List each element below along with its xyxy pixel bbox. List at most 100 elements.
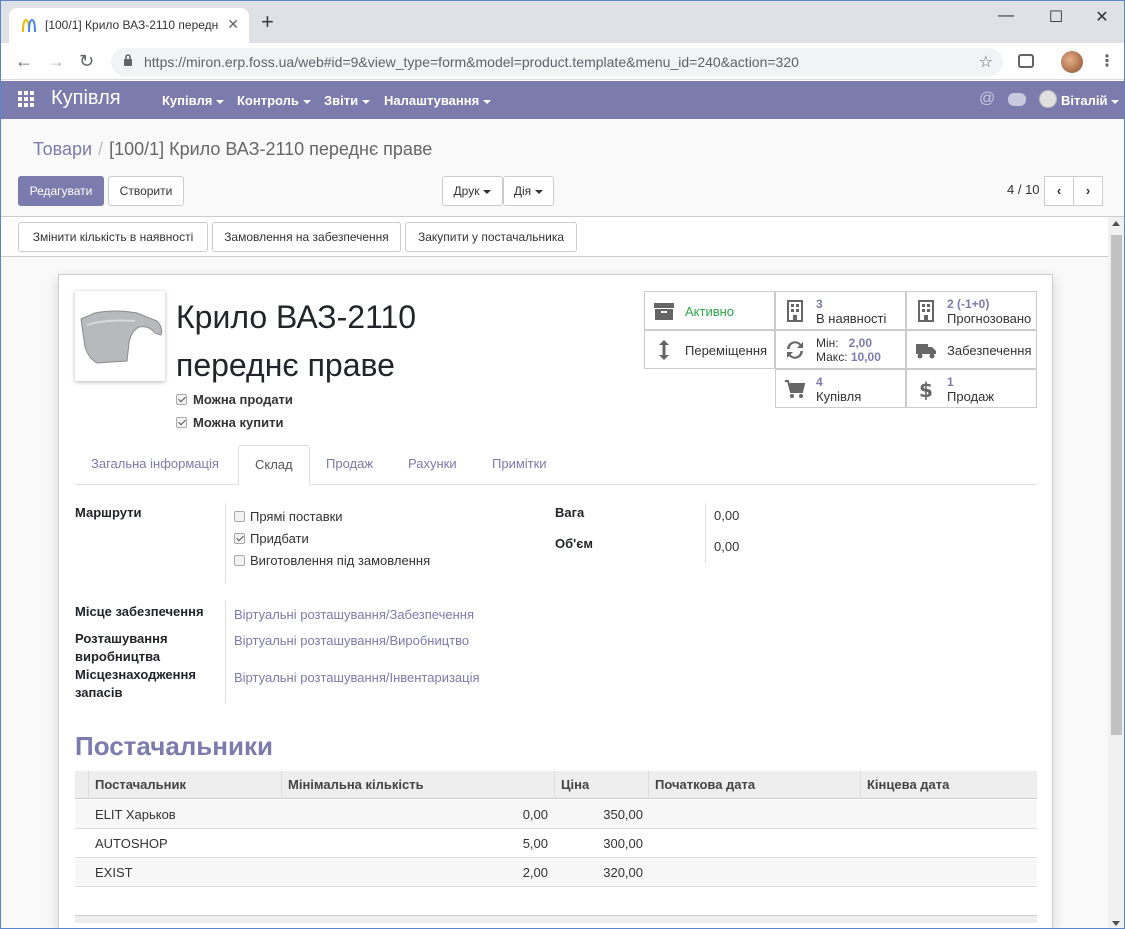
forecast-label: Прогнозовано bbox=[947, 311, 1032, 326]
user-avatar[interactable] bbox=[1039, 90, 1057, 108]
update-quantity-button[interactable]: Змінити кількість в наявності bbox=[18, 222, 208, 252]
sales-button[interactable]: $ 1 Продаж bbox=[906, 369, 1037, 408]
purchase-count: 4 bbox=[816, 375, 823, 389]
menu-kebab-icon[interactable]: ⋮ bbox=[1099, 51, 1115, 71]
mentions-at-icon[interactable]: @ bbox=[979, 90, 995, 108]
min-value: 2,00 bbox=[848, 336, 872, 350]
url-text: https://miron.erp.foss.ua/web#id=9&view_… bbox=[144, 54, 799, 70]
route-buy-checkbox[interactable] bbox=[234, 533, 245, 544]
chevron-down-icon bbox=[1111, 99, 1120, 104]
scrollbar-thumb[interactable] bbox=[1111, 235, 1122, 735]
create-button[interactable]: Створити bbox=[108, 176, 184, 206]
smart-buttons: Активно 3 В наявності 2 (-1+0) Прогнозов… bbox=[644, 291, 1038, 409]
forecast-button[interactable]: 2 (-1+0) Прогнозовано bbox=[906, 291, 1037, 330]
supply-button[interactable]: Забезпечення bbox=[906, 330, 1037, 369]
replenish-button[interactable]: Замовлення на забезпечення bbox=[212, 222, 401, 252]
production-location-label: Розташування виробництва bbox=[75, 631, 168, 664]
column-min-qty[interactable]: Мінімальна кількість bbox=[281, 771, 554, 799]
volume-label: Об'єм bbox=[555, 536, 594, 551]
active-label: Активно bbox=[685, 304, 735, 319]
browser-window: [100/1] Крило ВАЗ-2110 передн ✕ + — ☐ ✕ … bbox=[0, 0, 1125, 929]
tab-inventory[interactable]: Склад bbox=[238, 445, 310, 485]
maximize-icon[interactable]: ☐ bbox=[1033, 7, 1079, 27]
minimize-icon[interactable]: — bbox=[983, 7, 1029, 25]
can-be-sold-checkbox[interactable] bbox=[176, 394, 187, 405]
close-window-icon[interactable]: ✕ bbox=[1079, 7, 1124, 27]
inventory-location-link[interactable]: Віртуальні розташування/Інвентаризація bbox=[234, 670, 480, 685]
table-row[interactable]: AUTOSHOP 5,00 300,00 bbox=[75, 829, 1037, 858]
route-dropship-checkbox[interactable] bbox=[234, 511, 245, 522]
tab-notes[interactable]: Примітки bbox=[476, 445, 563, 485]
chevron-down-icon bbox=[483, 99, 492, 104]
bookmark-star-icon[interactable]: ☆ bbox=[979, 52, 993, 72]
scroll-up-icon[interactable] bbox=[1112, 221, 1120, 226]
inventory-location-label: Місцезнаходження запасів bbox=[75, 667, 196, 700]
user-menu[interactable]: Віталій bbox=[1061, 93, 1120, 108]
reload-icon[interactable]: ↻ bbox=[79, 51, 94, 71]
production-location-link[interactable]: Віртуальні розташування/Виробництво bbox=[234, 633, 469, 648]
can-be-sold-label: Можна продати bbox=[193, 392, 293, 407]
menu-reports[interactable]: Звіти bbox=[324, 93, 371, 108]
url-host: https://miron.erp.foss.ua bbox=[144, 54, 295, 70]
table-row[interactable]: ELIT Харьков 0,00 350,00 bbox=[75, 800, 1037, 829]
scrollbar[interactable] bbox=[1108, 217, 1124, 928]
forward-icon[interactable]: → bbox=[47, 51, 65, 71]
back-icon[interactable]: ← bbox=[15, 51, 33, 71]
building-icon bbox=[787, 300, 803, 322]
menu-purchase[interactable]: Купівля bbox=[162, 93, 225, 108]
menu-control-label: Контроль bbox=[237, 93, 299, 108]
close-tab-icon[interactable]: ✕ bbox=[227, 16, 239, 33]
table-footer bbox=[75, 915, 1037, 923]
column-vendor[interactable]: Постачальник bbox=[88, 771, 281, 799]
product-image[interactable] bbox=[75, 291, 165, 381]
tab-invoicing[interactable]: Рахунки bbox=[392, 445, 473, 485]
table-row[interactable]: EXIST 2,00 320,00 bbox=[75, 858, 1037, 887]
browser-tab[interactable]: [100/1] Крило ВАЗ-2110 передн ✕ bbox=[9, 8, 249, 43]
can-be-purchased-checkbox[interactable] bbox=[176, 417, 187, 428]
weight-value: 0,00 bbox=[714, 508, 740, 523]
vendor-name: AUTOSHOP bbox=[95, 836, 168, 851]
menu-control[interactable]: Контроль bbox=[237, 93, 311, 108]
column-end-date[interactable]: Кінцева дата bbox=[860, 771, 1037, 799]
user-name: Віталій bbox=[1061, 93, 1108, 108]
scroll-down-icon[interactable] bbox=[1112, 921, 1120, 926]
print-dropdown[interactable]: Друк bbox=[442, 176, 503, 206]
chat-bubble-icon[interactable] bbox=[1008, 93, 1026, 106]
buy-from-vendor-button[interactable]: Закупити у постачальника bbox=[405, 222, 577, 252]
browser-tab-title: [100/1] Крило ВАЗ-2110 передн bbox=[45, 18, 219, 32]
apps-grid-icon[interactable] bbox=[18, 91, 34, 107]
active-toggle-button[interactable]: Активно bbox=[644, 291, 775, 330]
profile-avatar[interactable] bbox=[1061, 51, 1083, 73]
route-dropship-label: Прямі поставки bbox=[250, 509, 343, 524]
lock-icon bbox=[124, 54, 132, 66]
extension-icon[interactable] bbox=[1018, 54, 1034, 68]
purchases-button[interactable]: 4 Купівля bbox=[775, 369, 906, 408]
price-value: 300,00 bbox=[603, 836, 643, 851]
address-bar[interactable]: https://miron.erp.foss.ua/web#id=9&view_… bbox=[111, 48, 1003, 76]
breadcrumb-parent[interactable]: Товари bbox=[33, 139, 92, 159]
chevron-down-icon bbox=[362, 99, 371, 104]
route-mto-label: Виготовлення під замовлення bbox=[250, 553, 431, 568]
menu-settings[interactable]: Налаштування bbox=[384, 93, 492, 108]
column-start-date[interactable]: Початкова дата bbox=[648, 771, 860, 799]
browser-toolbar: ← → ↻ https://miron.erp.foss.ua/web#id=9… bbox=[1, 43, 1124, 80]
notebook-tabs: Загальна інформація Склад Продаж Рахунки… bbox=[75, 445, 1037, 485]
odoo-favicon-icon bbox=[22, 18, 36, 33]
on-hand-button[interactable]: 3 В наявності bbox=[775, 291, 906, 330]
reordering-rules-button[interactable]: Мін: 2,00 Макс: 10,00 bbox=[775, 330, 906, 369]
action-dropdown[interactable]: Дія bbox=[503, 176, 554, 206]
tab-sales[interactable]: Продаж bbox=[310, 445, 389, 485]
pager-previous-button[interactable]: ‹ bbox=[1044, 176, 1074, 206]
pager-value[interactable]: 4 / 10 bbox=[1007, 182, 1040, 197]
procurement-location-link[interactable]: Віртуальні розташування/Забезпечення bbox=[234, 607, 474, 622]
column-price[interactable]: Ціна bbox=[554, 771, 648, 799]
form-statusbar: Змінити кількість в наявності Замовлення… bbox=[1, 217, 1108, 257]
new-tab-icon[interactable]: + bbox=[261, 11, 274, 33]
max-row: Макс: 10,00 bbox=[816, 350, 881, 364]
route-mto-checkbox[interactable] bbox=[234, 555, 245, 566]
pager-next-button[interactable]: › bbox=[1073, 176, 1103, 206]
moves-button[interactable]: Переміщення bbox=[644, 330, 775, 369]
edit-button[interactable]: Редагувати bbox=[18, 176, 104, 206]
url-path: /web#id=9&view_type=form&model=product.t… bbox=[294, 54, 799, 70]
tab-general-info[interactable]: Загальна інформація bbox=[75, 445, 235, 485]
